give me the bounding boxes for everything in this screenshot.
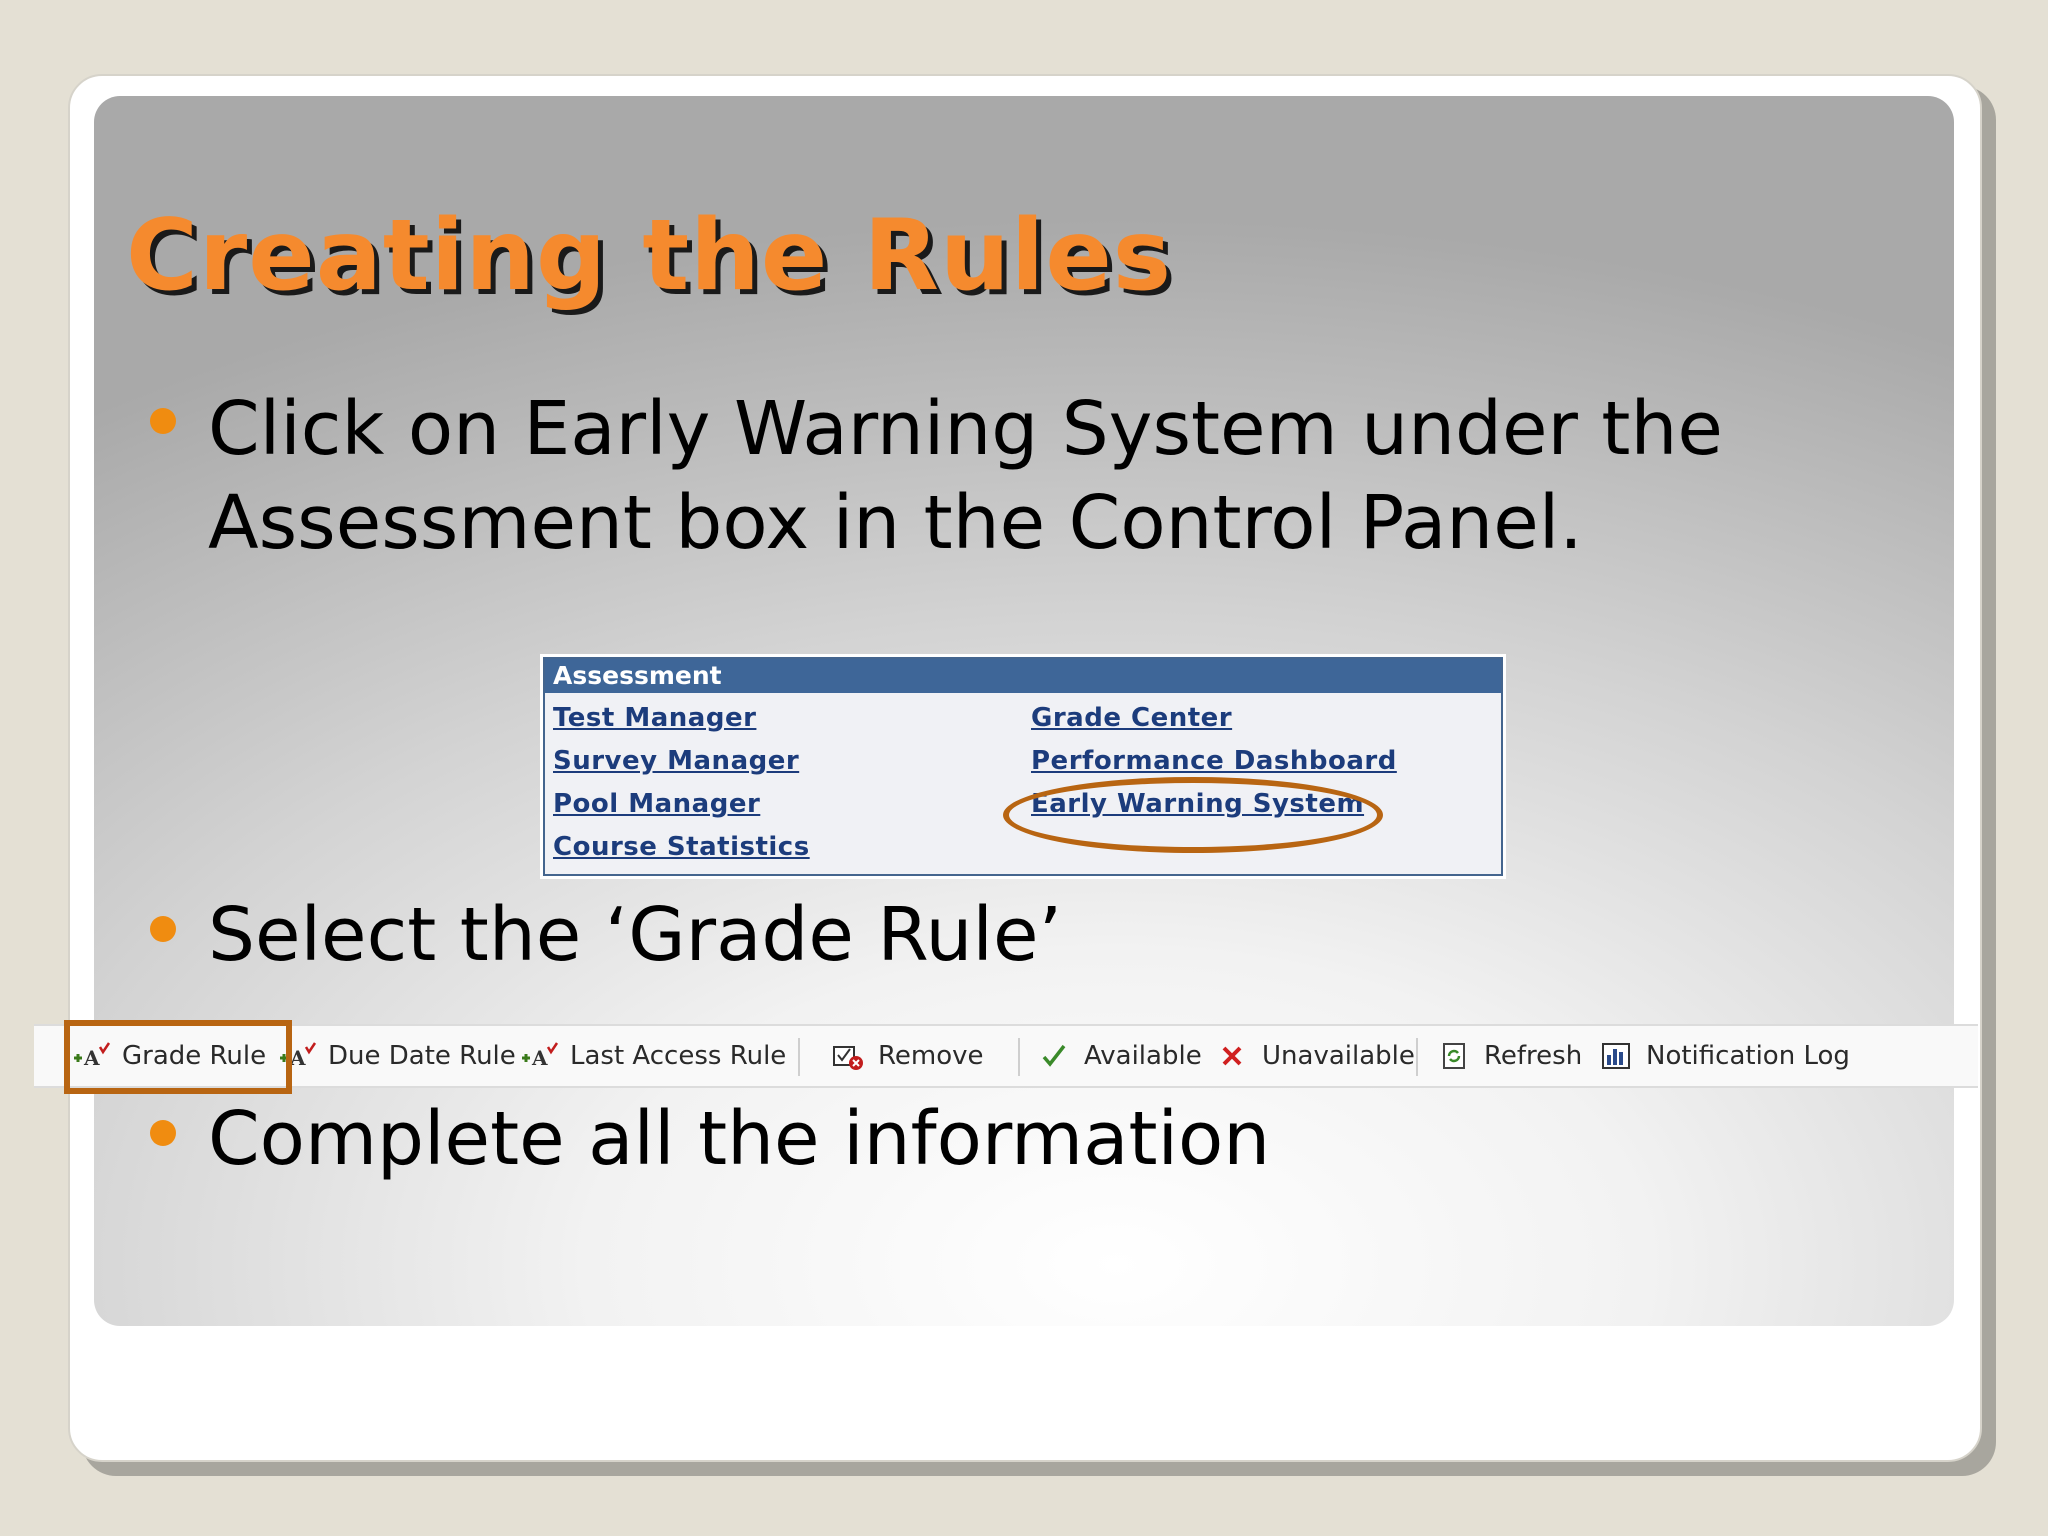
notification-log-button[interactable]: Notification Log [1596,1034,1850,1078]
course-statistics-link[interactable]: Course Statistics [553,831,810,863]
due-date-rule-button[interactable]: A Due Date Rule [278,1034,516,1078]
refresh-button[interactable]: Refresh [1434,1034,1582,1078]
early-warning-system-highlight [1003,777,1383,853]
refresh-icon [1434,1041,1474,1071]
unavailable-button[interactable]: Unavailable [1212,1034,1415,1078]
slide-title: Creating the Rules [126,199,1173,313]
bullet-dot [150,916,176,942]
x-icon [1212,1041,1252,1071]
unavailable-label: Unavailable [1262,1041,1415,1071]
svg-text:A: A [531,1046,548,1070]
available-button[interactable]: Available [1034,1034,1202,1078]
refresh-label: Refresh [1484,1041,1583,1071]
bullet-text: Select the ‘Grade Rule’ [208,892,1063,978]
toolbar-separator [1416,1038,1418,1076]
bar-chart-icon [1596,1041,1636,1071]
bullet-text: Click on Early Warning System under the … [208,386,1723,566]
pool-manager-link[interactable]: Pool Manager [553,788,760,820]
assessment-panel: Assessment Test Manager Survey Manager P… [543,657,1503,876]
bullet-dot [150,1120,176,1146]
assessment-header: Assessment [545,659,1501,693]
last-access-rule-button[interactable]: A Last Access Rule [520,1034,786,1078]
bullet-text: Complete all the information [208,1096,1271,1182]
survey-manager-link[interactable]: Survey Manager [553,745,799,777]
performance-dashboard-link[interactable]: Performance Dashboard [1031,745,1397,777]
toolbar-separator [798,1038,800,1076]
test-manager-link[interactable]: Test Manager [553,702,756,734]
available-label: Available [1084,1041,1202,1071]
last-access-rule-icon: A [520,1041,560,1071]
grade-rule-highlight [64,1020,292,1094]
rules-toolbar: A Grade Rule A Due Date Rule A Last Acce… [34,1024,1978,1088]
remove-label: Remove [878,1041,984,1071]
due-date-rule-label: Due Date Rule [328,1041,516,1071]
grade-center-link[interactable]: Grade Center [1031,702,1232,734]
notification-log-label: Notification Log [1646,1041,1850,1071]
last-access-rule-label: Last Access Rule [570,1041,787,1071]
checkmark-icon [1034,1041,1074,1071]
remove-icon [828,1041,868,1071]
toolbar-separator [1018,1038,1020,1076]
remove-button[interactable]: Remove [828,1034,984,1078]
bullet-dot [150,408,176,434]
